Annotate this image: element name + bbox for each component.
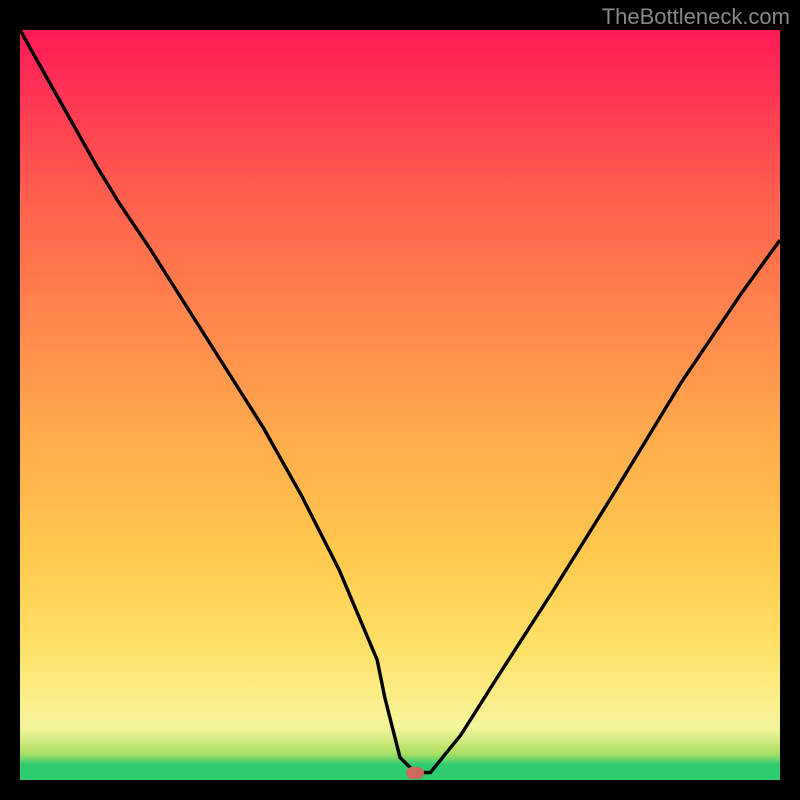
curve-path: [20, 30, 780, 773]
watermark: TheBottleneck.com: [602, 4, 790, 30]
chart-marker: [406, 767, 424, 779]
plot-area: [20, 30, 780, 780]
bottleneck-curve: [20, 30, 780, 780]
